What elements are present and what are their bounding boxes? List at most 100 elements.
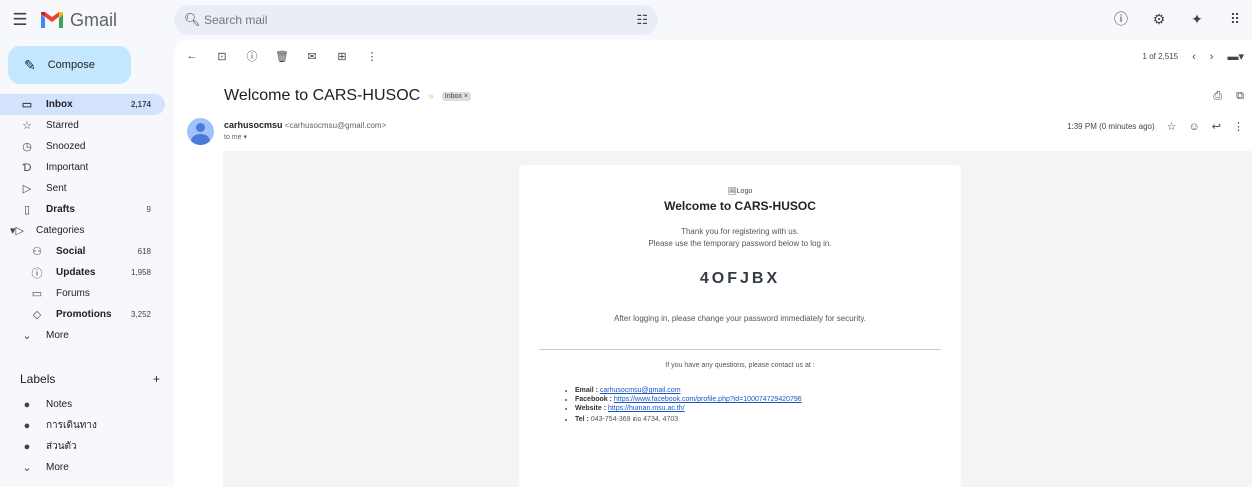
sidebar-item-categories[interactable]: ▾▷ Categories: [0, 220, 165, 241]
sidebar-item-count: 3,252: [130, 310, 151, 319]
star-icon: ☆: [22, 120, 32, 132]
star-icon[interactable]: ☆: [1167, 120, 1177, 133]
emoji-icon[interactable]: ☺: [1189, 121, 1200, 133]
reply-icon[interactable]: ↩: [1212, 120, 1221, 133]
label-item[interactable]: ● การเดินทาง: [0, 415, 165, 436]
sidebar: ▭ Inbox 2,174 ☆ Starred ◷ Snoozed Ɗ Important ▷ Se…: [0, 94, 172, 346]
message-toolbar: ← ⊡ ⓘ 🗑︎ ✉ ⊞ ⋮: [184, 48, 380, 64]
label-icon: ●: [23, 398, 31, 411]
help-icon[interactable]: ⓘ: [1110, 8, 1132, 30]
sidebar-item-starred[interactable]: ☆ Starred: [0, 115, 165, 136]
sidebar-item-label: Starred: [46, 120, 79, 131]
input-tools-icon[interactable]: ▬▾: [1227, 50, 1244, 63]
tag-icon: ◇: [32, 309, 42, 321]
labels-heading: Labels: [20, 372, 56, 386]
avatar[interactable]: [187, 118, 214, 145]
sidebar-item-snoozed[interactable]: ◷ Snoozed: [0, 136, 165, 157]
label-item[interactable]: ● Notes: [0, 394, 165, 415]
message-time: 1:39 PM (0 minutes ago): [1067, 122, 1155, 131]
contact-value: 043-754-369 ต่อ 4734, 4703: [590, 416, 679, 423]
chevron-left-icon[interactable]: ‹: [1192, 51, 1196, 63]
gmail-logo[interactable]: Gmail: [40, 8, 117, 32]
search-bar[interactable]: 🔍︎ ☷: [174, 5, 658, 35]
move-to-icon[interactable]: ⊞: [334, 48, 350, 64]
sidebar-item-count: 1,958: [130, 268, 151, 277]
contact-item: Tel : 043-754-369 ต่อ 4734, 4703: [575, 414, 961, 425]
contact-value[interactable]: https://www.facebook.com/profile.php?id=…: [614, 396, 802, 403]
label-badge[interactable]: Inbox ×: [441, 91, 471, 101]
search-options-icon[interactable]: ☷: [636, 12, 648, 28]
message-actions: 1:39 PM (0 minutes ago) ☆ ☺ ↩ ⋮: [1067, 120, 1244, 134]
sidebar-item-more[interactable]: ⌄ More: [0, 325, 165, 346]
email-heading: Welcome to CARS-HUSOC: [664, 199, 816, 213]
contact-value[interactable]: https://human.msu.ac.th/: [608, 405, 685, 412]
email-line-2: Please use the temporary password below …: [648, 239, 832, 248]
logo-image: 🖼︎Logo: [727, 188, 753, 195]
subject-row: Welcome to CARS-HUSOC » Inbox ×: [224, 87, 471, 105]
contact-value[interactable]: carhusocmsu@gmail.com: [600, 387, 681, 394]
sidebar-item-label: Categories: [36, 225, 85, 236]
add-label-icon[interactable]: +: [153, 372, 160, 386]
print-icon[interactable]: ⎙: [1213, 90, 1222, 103]
sidebar-item-forums[interactable]: ▭ Forums: [0, 283, 165, 304]
label-item-label: การเดินทาง: [46, 420, 97, 431]
sidebar-item-count: 9: [146, 205, 151, 214]
contact-label: Email :: [575, 387, 598, 394]
gemini-icon[interactable]: ✦: [1186, 8, 1208, 30]
compose-button[interactable]: ✎ Compose: [8, 46, 131, 84]
label-outline-icon: ▾▷: [10, 225, 24, 237]
email-line-1: Thank you for registering with us.: [681, 227, 799, 236]
label-icon: ●: [23, 419, 31, 432]
menu-icon[interactable]: ☰: [8, 8, 32, 32]
sidebar-item-promotions[interactable]: ◇ Promotions 3,252: [0, 304, 165, 325]
top-bar: ☰ Gmail 🔍︎ ☷ ⓘ ⚙ ✦ ⠿: [0, 0, 1252, 40]
sidebar-item-label: Promotions: [56, 309, 112, 320]
sidebar-item-inbox[interactable]: ▭ Inbox 2,174: [0, 94, 165, 115]
back-arrow-icon[interactable]: ←: [184, 48, 200, 64]
label-item[interactable]: ⌄ More: [0, 457, 165, 478]
label-icon: ●: [23, 440, 31, 453]
recipient-toggle[interactable]: to me ▾: [224, 133, 247, 141]
sidebar-item-label: Inbox: [46, 99, 73, 110]
people-icon: ⚇: [32, 246, 42, 258]
delete-icon[interactable]: 🗑︎: [274, 48, 290, 64]
mark-unread-icon[interactable]: ✉: [304, 48, 320, 64]
labels-header: Labels +: [20, 372, 160, 386]
inbox-icon: ▭: [21, 99, 33, 111]
clock-icon: ◷: [22, 141, 32, 153]
settings-icon[interactable]: ⚙: [1148, 8, 1170, 30]
divider: [539, 349, 941, 350]
open-new-window-icon[interactable]: ⧉: [1236, 90, 1244, 103]
sidebar-item-count: 618: [137, 247, 151, 256]
sidebar-item-important[interactable]: Ɗ Important: [0, 157, 165, 178]
apps-grid-icon[interactable]: ⠿: [1224, 8, 1246, 30]
search-input[interactable]: [204, 13, 637, 27]
label-item[interactable]: ● ส่วนตัว: [0, 436, 165, 457]
sender-name[interactable]: carhusocmsu: [224, 120, 283, 130]
sidebar-item-label: Sent: [46, 183, 67, 194]
gmail-m-icon: [41, 12, 63, 28]
important-marker-icon[interactable]: »: [428, 91, 434, 102]
contact-item: Website : https://human.msu.ac.th/: [575, 405, 961, 412]
sender-line: carhusocmsu <carhusocmsu@gmail.com>: [224, 120, 386, 130]
more-vert-icon[interactable]: ⋮: [364, 48, 380, 64]
sidebar-item-sent[interactable]: ▷ Sent: [0, 178, 165, 199]
pager: 1 of 2,515 ‹ › ▬▾: [1142, 50, 1244, 64]
report-spam-icon[interactable]: ⓘ: [244, 48, 260, 64]
contact-item: Email : carhusocmsu@gmail.com: [575, 387, 961, 394]
sidebar-item-drafts[interactable]: ▯ Drafts 9: [0, 199, 165, 220]
sidebar-item-label: Updates: [56, 267, 96, 278]
search-icon[interactable]: 🔍︎: [184, 12, 201, 28]
sidebar-item-updates[interactable]: ⓘ Updates 1,958: [0, 262, 165, 283]
email-card: 🖼︎Logo Welcome to CARS-HUSOC Thank you f…: [519, 165, 961, 487]
message-view: ← ⊡ ⓘ 🗑︎ ✉ ⊞ ⋮ 1 of 2,515 ‹ › ▬▾ Welcome…: [174, 40, 1252, 487]
labels-list: ● Notes ● การเดินทาง ● ส่วนตัว ⌄ More: [0, 394, 172, 478]
pager-text: 1 of 2,515: [1142, 52, 1179, 61]
contact-label: Tel :: [575, 416, 589, 423]
archive-icon[interactable]: ⊡: [214, 48, 230, 64]
more-vert-icon[interactable]: ⋮: [1233, 120, 1244, 133]
sidebar-item-social[interactable]: ⚇ Social 618: [0, 241, 165, 262]
chevron-right-icon[interactable]: ›: [1210, 51, 1214, 63]
sidebar-item-label: Drafts: [46, 204, 75, 215]
app-name: Gmail: [70, 9, 118, 30]
